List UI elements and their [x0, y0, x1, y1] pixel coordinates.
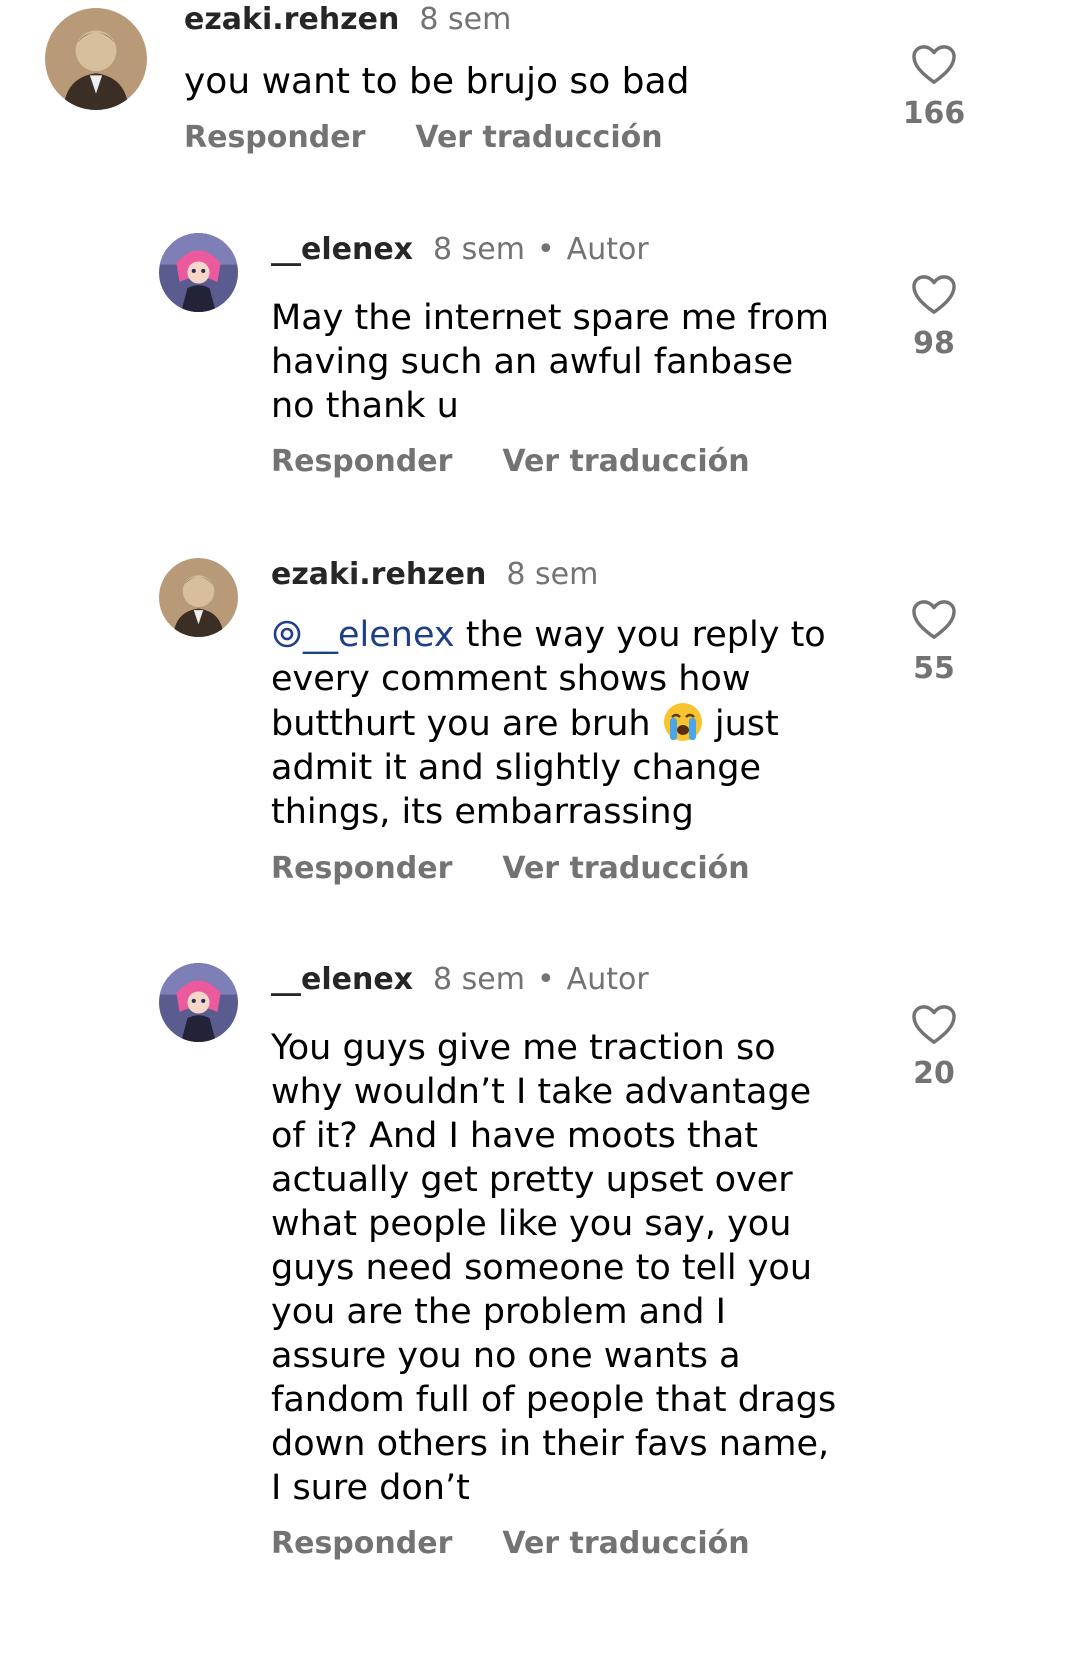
avatar-photo — [159, 963, 238, 1042]
comment: ezaki.rehzen 8 sem __elenex the way you … — [0, 545, 1080, 925]
avatar-photo — [159, 233, 238, 312]
reply-button[interactable]: Responder — [271, 444, 452, 479]
avatar[interactable] — [159, 963, 238, 1042]
like-control: 166 — [874, 44, 994, 131]
timestamp: 8 sem — [506, 557, 599, 592]
timestamp: 8 sem — [419, 2, 512, 37]
author-badge: Autor — [566, 962, 649, 997]
heart-outline-icon[interactable] — [911, 44, 957, 86]
username[interactable]: ezaki.rehzen — [184, 2, 399, 37]
translate-button[interactable]: Ver traducción — [502, 444, 749, 479]
reply-button[interactable]: Responder — [184, 120, 365, 155]
comment: ezaki.rehzen 8 sem you want to be brujo … — [0, 0, 1080, 200]
like-control: 20 — [874, 1004, 994, 1091]
comment-text: You guys give me traction so why wouldn’… — [271, 1028, 837, 1508]
comment-header: ezaki.rehzen 8 sem — [271, 557, 598, 592]
like-count: 20 — [913, 1056, 955, 1091]
avatar[interactable] — [159, 233, 238, 312]
heart-outline-icon[interactable] — [911, 599, 957, 641]
comment-header: __elenex 8 sem • Autor — [271, 962, 649, 997]
comment: __elenex 8 sem • Autor You guys give me … — [0, 950, 1080, 1671]
like-control: 55 — [874, 599, 994, 686]
heart-outline-icon[interactable] — [911, 274, 957, 316]
like-control: 98 — [874, 274, 994, 361]
comment: __elenex 8 sem • Autor May the internet … — [0, 220, 1080, 520]
crying-face-emoji-icon — [663, 703, 702, 741]
comment-text: May the internet spare me from having su… — [271, 298, 829, 426]
timestamp: 8 sem — [433, 962, 525, 997]
like-count: 55 — [913, 651, 955, 686]
avatar-photo — [159, 558, 238, 637]
author-badge: Autor — [566, 232, 649, 267]
translate-button[interactable]: Ver traducción — [415, 120, 662, 155]
username[interactable]: __elenex — [271, 232, 413, 267]
reply-button[interactable]: Responder — [271, 1526, 452, 1561]
username[interactable]: __elenex — [271, 962, 413, 997]
comment-actions: Responder Ver traducción — [271, 851, 750, 886]
heart-outline-icon[interactable] — [911, 1004, 957, 1046]
comment-actions: Responder Ver traducción — [184, 120, 663, 155]
timestamp: 8 sem — [433, 232, 525, 267]
translate-button[interactable]: Ver traducción — [502, 1526, 749, 1561]
translate-button[interactable]: Ver traducción — [502, 851, 749, 886]
avatar[interactable] — [45, 8, 147, 110]
comment-header: ezaki.rehzen 8 sem — [184, 2, 511, 37]
separator-dot: • — [536, 232, 555, 267]
avatar[interactable] — [159, 558, 238, 637]
avatar-photo — [45, 8, 147, 110]
comment-actions: Responder Ver traducción — [271, 1526, 750, 1561]
like-count: 98 — [913, 326, 955, 361]
comment-header: __elenex 8 sem • Autor — [271, 232, 649, 267]
threads-icon — [273, 620, 301, 648]
comment-text: you want to be brujo so bad — [184, 61, 690, 102]
reply-button[interactable]: Responder — [271, 851, 452, 886]
mention-link[interactable]: __elenex — [303, 615, 455, 655]
separator-dot: • — [536, 962, 555, 997]
username[interactable]: ezaki.rehzen — [271, 557, 486, 592]
comment-text: __elenex the way you reply to every comm… — [271, 615, 826, 832]
comment-actions: Responder Ver traducción — [271, 444, 750, 479]
like-count: 166 — [902, 96, 966, 131]
